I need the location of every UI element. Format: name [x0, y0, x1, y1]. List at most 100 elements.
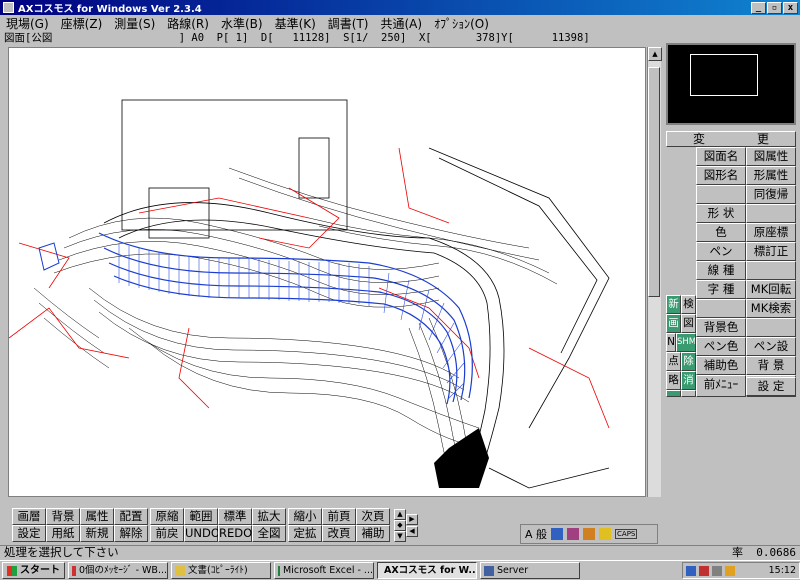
pan-down-arrow-icon[interactable]: ▼: [394, 531, 406, 542]
btn-haikei[interactable]: 背 景: [746, 356, 796, 375]
pan-right-arrow-icon[interactable]: ▶: [406, 514, 418, 525]
mode-kesu[interactable]: 消: [681, 371, 696, 390]
ime-mode-label[interactable]: A 般: [525, 526, 547, 542]
btn-hojo[interactable]: 補助: [356, 525, 390, 542]
prompt-message: 処理を選択して下さい: [4, 545, 119, 559]
btn-hyojun[interactable]: 標準: [218, 508, 252, 525]
btn-maemodoshi[interactable]: 前戻: [150, 525, 184, 542]
menu-zahyo[interactable]: 座標(Z): [61, 15, 103, 32]
btn-keizokusei[interactable]: 形属性: [746, 166, 796, 185]
btn-zuzokusei[interactable]: 図属性: [746, 147, 796, 166]
mode-tsu[interactable]: [666, 390, 681, 397]
drawing-canvas[interactable]: [8, 47, 646, 497]
start-button[interactable]: スタート: [2, 562, 65, 579]
menu-rosen[interactable]: 路線(R): [167, 15, 209, 32]
btn-haichi[interactable]: 配置: [114, 508, 148, 525]
btn-pen[interactable]: ペン: [696, 242, 746, 261]
menu-sokuryo[interactable]: 測量(S): [114, 15, 155, 32]
menu-genba[interactable]: 現場(G): [6, 15, 49, 32]
close-button[interactable]: x: [783, 1, 798, 14]
btn-genzahyo[interactable]: 原座標: [746, 223, 796, 242]
btn-iro[interactable]: 色: [696, 223, 746, 242]
pan-up-arrow-icon[interactable]: ▲: [394, 509, 406, 520]
task-document[interactable]: 文書(ｺﾋﾟｰﾗｲﾄ): [171, 562, 271, 579]
ime-dictionary-icon[interactable]: [551, 528, 564, 540]
speaker-icon[interactable]: [712, 565, 722, 576]
btn-zokusei[interactable]: 属性: [80, 508, 114, 525]
btn-zukeimei[interactable]: 図形名: [696, 166, 746, 185]
task-server[interactable]: Server: [480, 562, 580, 579]
btn-kaipei[interactable]: 改頁: [322, 525, 356, 542]
btn-redo[interactable]: REDO: [218, 525, 252, 542]
btn-mk-kensaku[interactable]: MK検索: [746, 299, 796, 318]
btn-teikaku[interactable]: 定拡: [288, 525, 322, 542]
btn-zumenmei[interactable]: 図面名: [696, 147, 746, 166]
btn-settei[interactable]: 設 定: [746, 377, 796, 396]
btn-mk-kaiten[interactable]: MK回転: [746, 280, 796, 299]
ime-tray-icon[interactable]: [725, 565, 735, 576]
btn-kakudai[interactable]: 拡大: [252, 508, 286, 525]
btn-mae-menu[interactable]: 前ﾒﾆｭｰ: [696, 375, 746, 397]
btn-penshoku[interactable]: ペン色: [696, 337, 746, 356]
task-excel[interactable]: Microsoft Excel - ...: [274, 562, 374, 579]
btn-dofukki[interactable]: 同復帰: [746, 185, 796, 204]
btn-shukusho[interactable]: 縮小: [288, 508, 322, 525]
btn-zenpei[interactable]: 前頁: [322, 508, 356, 525]
overview-map[interactable]: [666, 43, 796, 125]
btn-kaijo[interactable]: 解除: [114, 525, 148, 542]
ime-pad-icon[interactable]: [583, 528, 596, 540]
mode-ken[interactable]: 検: [681, 295, 696, 314]
btn-pensetsu[interactable]: ペン設: [746, 337, 796, 356]
mode-shin[interactable]: 新: [666, 295, 681, 314]
ime-toolbar: A 般 CAPS: [520, 524, 658, 544]
menu-kijun[interactable]: 基準(K): [275, 15, 316, 32]
btn-shinki[interactable]: 新規: [80, 525, 114, 542]
mode-jo[interactable]: 除: [681, 352, 696, 371]
btn-genshuku[interactable]: 原縮: [150, 508, 184, 525]
btn-haikei-bottom[interactable]: 背景: [46, 508, 80, 525]
task-axcosmos[interactable]: AXコスモス for W...: [377, 562, 477, 579]
pan-left-arrow-icon[interactable]: ◀: [406, 526, 418, 537]
btn-hojoshoku[interactable]: 補助色: [696, 356, 746, 375]
ime-help-icon[interactable]: [599, 528, 612, 540]
system-tray: 15:12: [682, 562, 800, 579]
btn-hyoteisei[interactable]: 標訂正: [746, 242, 796, 261]
mode-ryaku[interactable]: 略: [666, 371, 681, 390]
btn-jipei[interactable]: 次頁: [356, 508, 390, 525]
btn-zenzu[interactable]: 全図: [252, 525, 286, 542]
bottom-command-bar: 画層 背景 属性 配置 原縮 範囲 標準 拡大 縮小 前頁 次頁 設定 用紙 新…: [8, 508, 418, 544]
menu-suijun[interactable]: 水準(B): [221, 15, 263, 32]
btn-jishu[interactable]: 字 種: [696, 280, 746, 299]
scroll-thumb[interactable]: [648, 67, 660, 297]
menu-kyotsu[interactable]: 共通(A): [381, 15, 423, 32]
pen-icon[interactable]: [699, 565, 709, 576]
btn-settei-bottom[interactable]: 設定: [12, 525, 46, 542]
scroll-up-arrow-icon[interactable]: ▲: [648, 47, 662, 61]
mode-zu[interactable]: 図: [681, 314, 696, 333]
prompt-line: 処理を選択して下さい 率 0.0686: [0, 545, 800, 559]
mode-n[interactable]: N: [666, 333, 676, 352]
menu-chosho[interactable]: 調書(T): [328, 15, 369, 32]
network-icon[interactable]: [686, 565, 696, 576]
mode-shm[interactable]: SHM: [676, 333, 696, 352]
minimize-button[interactable]: _: [751, 1, 766, 14]
mode-ten[interactable]: 点: [666, 352, 681, 371]
ime-tool-icon[interactable]: [567, 528, 580, 540]
btn-keijo[interactable]: 形 状: [696, 204, 746, 223]
mode-ho[interactable]: [681, 390, 696, 397]
maximize-button[interactable]: ▫: [767, 1, 782, 14]
windows-logo-icon: [7, 565, 17, 576]
vertical-scrollbar[interactable]: ▲: [647, 47, 662, 497]
mode-ga[interactable]: 画: [666, 314, 681, 333]
btn-han-i[interactable]: 範囲: [184, 508, 218, 525]
btn-senshu[interactable]: 線 種: [696, 261, 746, 280]
task-messages[interactable]: 0個のﾒｯｾｰｼﾞ - WB...: [68, 562, 168, 579]
pan-diamond-icon[interactable]: ◆: [394, 520, 406, 531]
overview-viewport[interactable]: [690, 54, 758, 96]
btn-yoshi[interactable]: 用紙: [46, 525, 80, 542]
window-title: AXコスモス for Windows Ver 2.3.4: [18, 4, 202, 15]
menu-option[interactable]: ｵﾌﾟｼｮﾝ(O): [434, 15, 489, 32]
btn-undo[interactable]: UNDO: [184, 525, 220, 542]
btn-gaso[interactable]: 画層: [12, 508, 46, 525]
btn-haikeishoku[interactable]: 背景色: [696, 318, 746, 337]
